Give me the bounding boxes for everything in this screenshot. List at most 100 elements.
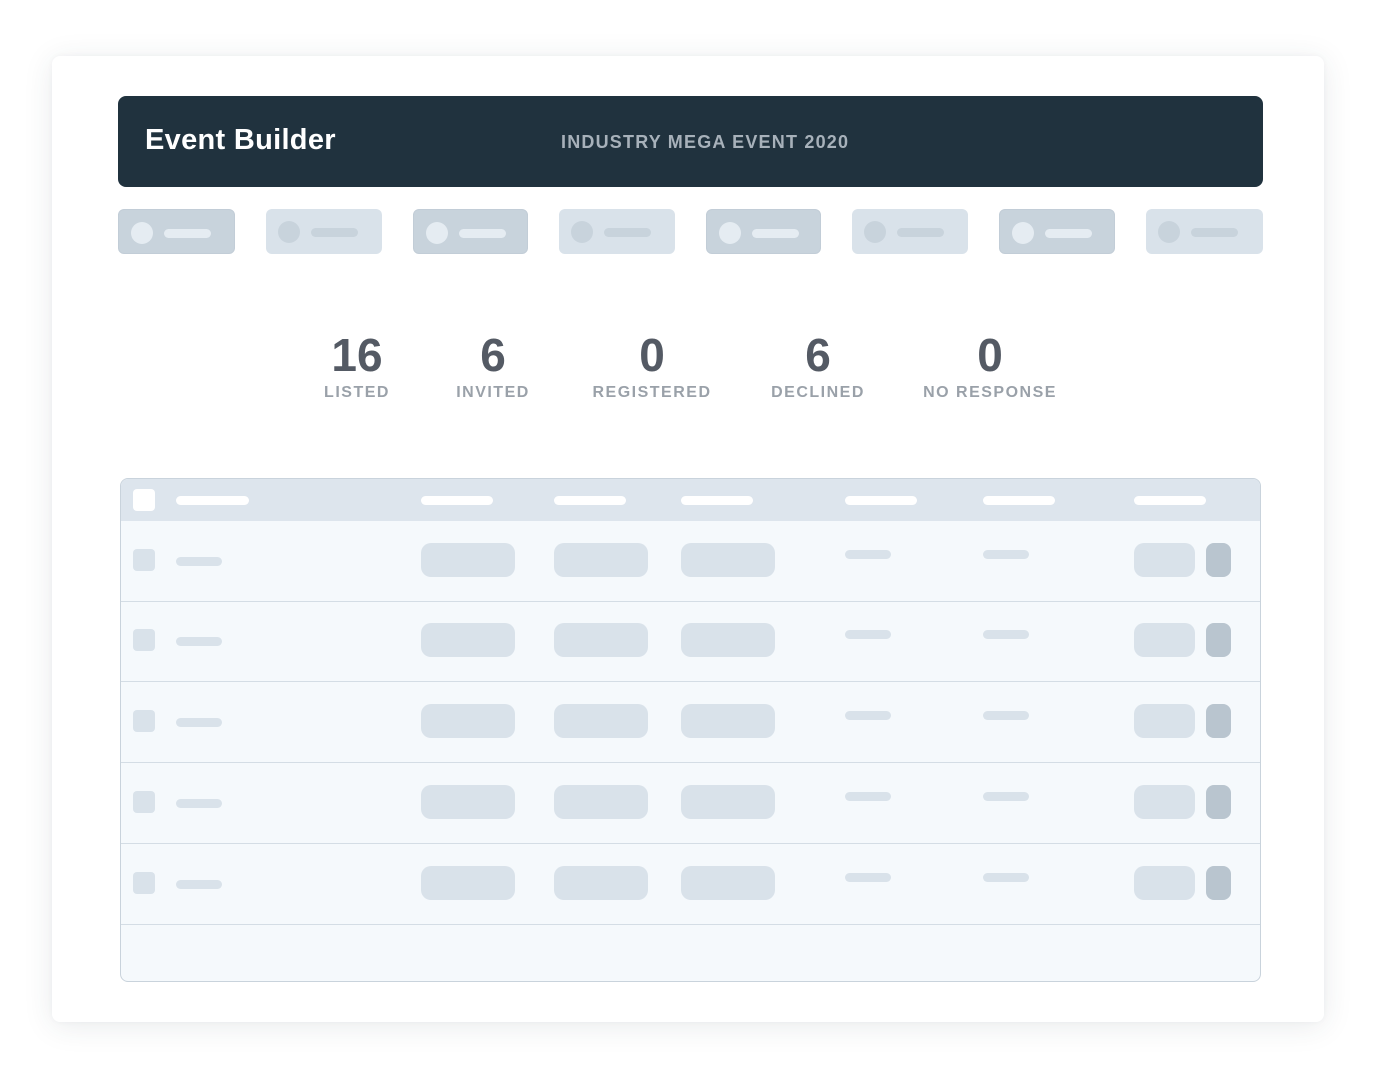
cell-pill-placeholder <box>681 543 775 577</box>
table-row[interactable] <box>121 682 1260 763</box>
tab-placeholder-2[interactable] <box>266 209 382 254</box>
cell-pill-placeholder <box>681 866 775 900</box>
cell-pill-placeholder <box>421 866 515 900</box>
tab-label-placeholder <box>164 229 211 238</box>
stat-value: 0 <box>977 329 1003 381</box>
tab-icon-placeholder <box>1012 222 1034 244</box>
row-more-button[interactable] <box>1206 704 1231 738</box>
name-placeholder <box>176 557 222 566</box>
stat-label: REGISTERED <box>592 384 712 401</box>
tab-label-placeholder <box>1191 228 1238 237</box>
tab-placeholder-1[interactable] <box>118 209 235 254</box>
row-checkbox[interactable] <box>133 629 155 651</box>
tab-icon-placeholder <box>864 221 886 243</box>
column-header-placeholder[interactable] <box>845 496 917 505</box>
name-placeholder <box>176 880 222 889</box>
stat-label: INVITED <box>456 384 530 401</box>
cell-pill-placeholder <box>681 785 775 819</box>
stat-value: 6 <box>480 329 506 381</box>
stat-label: DECLINED <box>771 384 865 401</box>
tab-placeholder-4[interactable] <box>559 209 675 254</box>
row-checkbox[interactable] <box>133 710 155 732</box>
cell-pill-placeholder <box>421 704 515 738</box>
tab-placeholder-6[interactable] <box>852 209 968 254</box>
stat-registered: 0 REGISTERED <box>582 330 722 402</box>
row-more-button[interactable] <box>1206 543 1231 577</box>
table-header <box>121 479 1260 521</box>
cell-pill-placeholder <box>421 623 515 657</box>
tab-placeholder-7[interactable] <box>999 209 1115 254</box>
row-checkbox[interactable] <box>133 872 155 894</box>
stat-label: LISTED <box>324 384 390 401</box>
cell-pill-placeholder <box>681 623 775 657</box>
cell-text-placeholder <box>845 711 891 720</box>
row-checkbox[interactable] <box>133 549 155 571</box>
cell-text-placeholder <box>845 630 891 639</box>
select-all-checkbox[interactable] <box>133 489 155 511</box>
cell-text-placeholder <box>845 792 891 801</box>
tab-label-placeholder <box>1045 229 1092 238</box>
row-more-button[interactable] <box>1206 785 1231 819</box>
column-header-placeholder[interactable] <box>554 496 626 505</box>
row-action-button[interactable] <box>1134 866 1195 900</box>
tab-placeholder-5[interactable] <box>706 209 821 254</box>
cell-text-placeholder <box>845 873 891 882</box>
column-header-placeholder[interactable] <box>681 496 753 505</box>
cell-pill-placeholder <box>421 543 515 577</box>
cell-text-placeholder <box>845 550 891 559</box>
tab-placeholder-3[interactable] <box>413 209 528 254</box>
tab-label-placeholder <box>752 229 799 238</box>
row-checkbox[interactable] <box>133 791 155 813</box>
stat-value: 6 <box>805 329 831 381</box>
name-placeholder <box>176 637 222 646</box>
event-name: INDUSTRY MEGA EVENT 2020 <box>561 132 850 152</box>
table-row[interactable] <box>121 521 1260 602</box>
cell-text-placeholder <box>983 792 1029 801</box>
tab-placeholder-8[interactable] <box>1146 209 1263 254</box>
row-action-button[interactable] <box>1134 543 1195 577</box>
column-header-placeholder[interactable] <box>176 496 249 505</box>
cell-pill-placeholder <box>554 866 648 900</box>
stat-label: NO RESPONSE <box>923 384 1057 401</box>
name-placeholder <box>176 718 222 727</box>
tab-label-placeholder <box>311 228 358 237</box>
stat-value: 0 <box>639 329 665 381</box>
stat-listed: 16 LISTED <box>307 330 407 402</box>
tab-label-placeholder <box>604 228 651 237</box>
stat-invited: 6 INVITED <box>443 330 543 402</box>
cell-pill-placeholder <box>421 785 515 819</box>
row-more-button[interactable] <box>1206 623 1231 657</box>
cell-pill-placeholder <box>554 785 648 819</box>
column-header-placeholder[interactable] <box>421 496 493 505</box>
stat-no-response: 0 NO RESPONSE <box>910 330 1070 402</box>
app-title: Event Builder <box>145 124 336 156</box>
tab-icon-placeholder <box>1158 221 1180 243</box>
tab-bar <box>118 209 1263 254</box>
cell-text-placeholder <box>983 630 1029 639</box>
row-action-button[interactable] <box>1134 785 1195 819</box>
tab-label-placeholder <box>897 228 944 237</box>
app-header: Event Builder INDUSTRY MEGA EVENT 2020 <box>118 96 1263 187</box>
cell-text-placeholder <box>983 711 1029 720</box>
column-header-placeholder[interactable] <box>1134 496 1206 505</box>
tab-icon-placeholder <box>131 222 153 244</box>
cell-pill-placeholder <box>554 543 648 577</box>
row-more-button[interactable] <box>1206 866 1231 900</box>
cell-text-placeholder <box>983 550 1029 559</box>
table-row[interactable] <box>121 763 1260 844</box>
table-row[interactable] <box>121 844 1260 925</box>
tab-icon-placeholder <box>719 222 741 244</box>
column-header-placeholder[interactable] <box>983 496 1055 505</box>
table-row[interactable] <box>121 601 1260 682</box>
row-action-button[interactable] <box>1134 704 1195 738</box>
guest-table <box>120 478 1261 982</box>
stat-value: 16 <box>331 329 383 381</box>
row-action-button[interactable] <box>1134 623 1195 657</box>
tab-icon-placeholder <box>571 221 593 243</box>
cell-pill-placeholder <box>554 623 648 657</box>
cell-pill-placeholder <box>554 704 648 738</box>
tab-label-placeholder <box>459 229 506 238</box>
tab-icon-placeholder <box>278 221 300 243</box>
name-placeholder <box>176 799 222 808</box>
cell-text-placeholder <box>983 873 1029 882</box>
